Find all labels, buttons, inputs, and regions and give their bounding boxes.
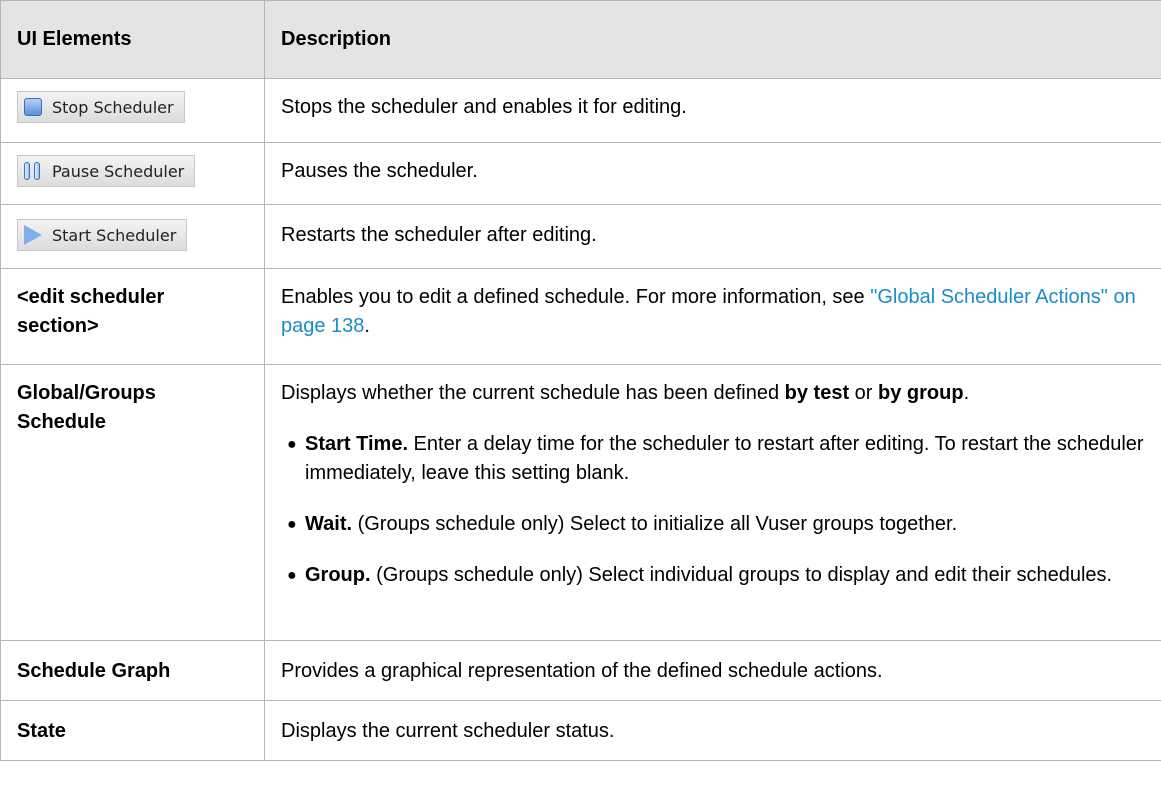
bullet-term: Start Time. [305,433,408,455]
description-cell: Enables you to edit a defined schedule. … [264,268,1161,365]
table-row-pause-scheduler: Pause Scheduler Pauses the scheduler. [0,142,1161,205]
play-triangle-icon [24,225,42,245]
schedule-options-list: ● Start Time. Enter a delay time for the … [281,430,1145,590]
description-cell: Pauses the scheduler. [264,142,1161,205]
bullet-term: Group. [305,564,371,586]
start-scheduler-label: Start Scheduler [52,225,177,245]
table-row-schedule-graph: Schedule Graph Provides a graphical repr… [0,640,1161,701]
by-test-term: by test [784,382,850,404]
pause-scheduler-label: Pause Scheduler [52,161,185,181]
column-header-description: Description [264,0,1161,79]
list-item-start-time: ● Start Time. Enter a delay time for the … [281,430,1145,488]
bullet-icon: ● [287,516,297,533]
description-cell: Provides a graphical representation of t… [264,640,1161,701]
bullet-text: Enter a delay time for the scheduler to … [305,433,1144,484]
table-row-start-scheduler: Start Scheduler Restarts the scheduler a… [0,204,1161,269]
description-cell: Restarts the scheduler after editing. [264,204,1161,269]
ui-element-cell: Pause Scheduler [0,142,265,205]
bullet-text: (Groups schedule only) Select to initial… [352,513,958,535]
description-cell: Displays the current scheduler status. [264,700,1161,761]
ui-element-cell: Global/Groups Schedule [0,364,265,641]
ui-element-cell: Start Scheduler [0,204,265,269]
ui-element-cell: <edit scheduler section> [0,268,265,365]
bullet-text: (Groups schedule only) Select individual… [370,564,1113,586]
stop-scheduler-button[interactable]: Stop Scheduler [17,91,185,123]
column-header-ui-elements: UI Elements [0,0,265,79]
table-row-stop-scheduler: Stop Scheduler Stops the scheduler and e… [0,78,1161,143]
table-row-global-groups-schedule: Global/Groups Schedule Displays whether … [0,364,1161,641]
description-text: or [849,382,879,404]
by-group-term: by group [878,382,964,404]
description-cell: Stops the scheduler and enables it for e… [264,78,1161,143]
description-cell: Displays whether the current schedule ha… [264,364,1161,641]
start-scheduler-button[interactable]: Start Scheduler [17,219,188,251]
table-header-row: UI Elements Description [0,0,1161,79]
ui-element-cell: Stop Scheduler [0,78,265,143]
ui-elements-table: UI Elements Description Stop Scheduler S… [0,0,1161,761]
pause-scheduler-button[interactable]: Pause Scheduler [17,155,196,187]
ui-element-cell: Schedule Graph [0,640,265,701]
global-description: Displays whether the current schedule ha… [281,379,1145,408]
table-row-edit-scheduler-section: <edit scheduler section> Enables you to … [0,268,1161,365]
list-item-group: ● Group. (Groups schedule only) Select in… [281,561,1145,590]
edit-description-suffix: . [364,315,370,337]
bullet-icon: ● [287,436,297,453]
stop-square-icon [24,98,42,116]
bullet-icon: ● [287,567,297,584]
edit-description-text: Enables you to edit a defined schedule. … [281,286,871,308]
table-row-state: State Displays the current scheduler sta… [0,700,1161,761]
description-text: . [963,382,970,404]
bullet-term: Wait. [305,513,353,535]
list-item-wait: ● Wait. (Groups schedule only) Select to … [281,510,1145,539]
pause-bars-icon [24,161,42,181]
ui-element-cell: State [0,700,265,761]
description-text: Displays whether the current schedule ha… [281,382,785,404]
stop-scheduler-label: Stop Scheduler [52,97,174,117]
